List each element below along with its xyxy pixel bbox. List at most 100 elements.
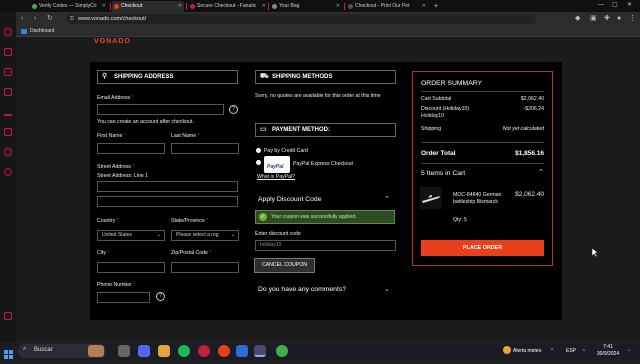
items-in-cart-toggle[interactable]: 5 Items in Cart xyxy=(421,170,465,177)
chevron-up-icon[interactable]: ⌃ xyxy=(538,168,544,176)
sidebar-app-icon[interactable] xyxy=(4,108,12,116)
minimize-icon[interactable]: — xyxy=(598,0,604,11)
weather-text[interactable]: Alerta meteo xyxy=(513,348,541,354)
tab-checkout[interactable]: Checkout ✕ xyxy=(112,1,184,12)
site-logo[interactable]: VONADO xyxy=(94,38,131,45)
profile-icon[interactable]: ● xyxy=(617,14,621,24)
phone-field[interactable] xyxy=(97,292,150,303)
state-select[interactable]: Please select a reg ⌄ xyxy=(171,230,239,241)
camera-icon[interactable]: ▣ xyxy=(590,14,597,24)
sidebar-settings-icon[interactable] xyxy=(4,312,12,320)
product-qty: Qty: 5 xyxy=(453,217,467,223)
first-name-field[interactable] xyxy=(97,143,165,154)
last-name-field[interactable] xyxy=(171,143,239,154)
task-view-icon[interactable] xyxy=(118,345,130,357)
forward-icon[interactable]: › xyxy=(34,14,36,24)
comments-heading[interactable]: Do you have any comments? xyxy=(258,286,346,293)
credit-card-radio[interactable] xyxy=(256,148,261,153)
street-address-label: Street Address * xyxy=(97,164,135,170)
sidebar-app-icon[interactable] xyxy=(4,28,12,36)
discount-heading[interactable]: Apply Discount Code xyxy=(258,196,321,203)
address-bar[interactable]: ⚿ www.vonado.com/checkout/ xyxy=(66,14,536,24)
divider xyxy=(421,163,544,164)
search-highlight-image xyxy=(88,345,104,357)
close-tab-icon[interactable]: ✕ xyxy=(102,1,106,12)
order-total-value: $1,856.16 xyxy=(515,150,544,157)
tab-verify-codes[interactable]: Verify Codes — SimplyCo ✕ xyxy=(30,1,108,12)
street-line1-field[interactable] xyxy=(97,181,238,192)
city-label: City * xyxy=(97,250,110,256)
back-icon[interactable]: ‹ xyxy=(21,14,23,24)
menu-icon[interactable]: ⋮ xyxy=(629,14,636,24)
sidebar-app-icon[interactable] xyxy=(4,68,12,76)
extension-icon[interactable]: ◆ xyxy=(575,14,580,24)
favicon-icon xyxy=(272,4,277,9)
paypal-label[interactable]: PayPal Express Checkout xyxy=(293,161,353,167)
new-tab-icon[interactable]: + xyxy=(434,1,438,12)
success-text: Your coupon was successfully applied. xyxy=(271,214,357,220)
street-line2-field[interactable] xyxy=(97,196,238,207)
chevron-down-icon[interactable]: ⌄ xyxy=(384,285,390,293)
cancel-coupon-button[interactable]: CANCEL COUPON xyxy=(254,258,315,273)
clock-date[interactable]: 30/9/2024 xyxy=(592,351,624,357)
tab-print-our-pet[interactable]: Checkout - Print Our Pet ✕ xyxy=(346,1,428,12)
city-field[interactable] xyxy=(97,262,165,273)
email-note: You can create an account after checkout… xyxy=(97,119,194,125)
reload-icon[interactable]: ↻ xyxy=(47,14,53,24)
network-icon[interactable]: ◔ xyxy=(582,348,585,354)
windows-start-icon[interactable] xyxy=(4,346,13,359)
language-indicator[interactable]: ESP xyxy=(566,348,576,354)
app-icon[interactable] xyxy=(276,345,288,357)
place-order-button[interactable]: PLACE ORDER xyxy=(421,240,544,256)
sidebar-app-icon[interactable] xyxy=(4,48,12,56)
chevron-up-icon[interactable]: ⌃ xyxy=(384,195,390,203)
tray-chevron-icon[interactable]: ⌃ xyxy=(550,348,554,354)
close-tab-icon[interactable]: ✕ xyxy=(336,1,340,12)
what-is-paypal-link[interactable]: What is PayPal? xyxy=(257,174,295,180)
notification-icon[interactable]: ▫ xyxy=(628,348,630,354)
subtotal-label: Cart Subtotal xyxy=(421,96,452,102)
street-line1-label: Street Address: Line 1 xyxy=(97,173,149,179)
country-select[interactable]: United States ⌄ xyxy=(97,230,165,241)
tab-separator xyxy=(186,3,187,10)
credit-card-label[interactable]: Pay by Credit Card xyxy=(264,148,308,154)
product-name[interactable]: MOC-84840 German battleship Bismarck xyxy=(453,192,505,205)
discord-icon[interactable] xyxy=(138,345,150,357)
state-value: Please select a reg xyxy=(176,232,219,238)
spotify-icon[interactable] xyxy=(178,345,190,357)
close-window-icon[interactable]: ✕ xyxy=(627,0,632,11)
paypal-radio[interactable] xyxy=(256,160,261,165)
tab-your-bag[interactable]: Your Bag ✕ xyxy=(270,1,342,12)
sidebar-app-icon[interactable] xyxy=(4,148,12,156)
maximize-icon[interactable]: ▢ xyxy=(612,0,618,11)
phone-help-icon[interactable]: ? xyxy=(156,292,165,301)
shipping-methods-heading: ⛟ SHIPPING METHODS xyxy=(255,70,396,84)
close-tab-icon[interactable]: ✕ xyxy=(262,1,266,12)
puzzle-icon[interactable]: ✚ xyxy=(604,14,610,24)
app-icon[interactable] xyxy=(218,345,230,357)
file-explorer-icon[interactable] xyxy=(158,345,170,357)
close-tab-icon[interactable]: ✕ xyxy=(178,1,182,12)
paypal-logo: PayPal xyxy=(264,156,290,173)
sidebar-app-icon[interactable] xyxy=(4,168,12,176)
chevron-down-icon: ⌄ xyxy=(230,232,235,238)
tab-separator xyxy=(110,3,111,10)
tab-fanatics[interactable]: Secure Checkout - Fanatic ✕ xyxy=(188,1,268,12)
taskbar-search[interactable]: ⌕ Buscar xyxy=(18,344,106,358)
url-text[interactable]: www.vonado.com/checkout/ xyxy=(78,14,146,24)
active-app-icon[interactable] xyxy=(254,345,266,357)
sidebar-app-icon[interactable] xyxy=(4,88,12,96)
product-price: $2,062.40 xyxy=(515,191,544,198)
opera-gx-icon[interactable] xyxy=(198,345,210,357)
email-help-icon[interactable]: ? xyxy=(229,105,238,114)
bookmark-dashboard[interactable]: Dashboard xyxy=(30,26,54,37)
zip-field[interactable] xyxy=(171,262,239,273)
email-field[interactable] xyxy=(97,104,224,115)
close-tab-icon[interactable]: ✕ xyxy=(422,1,426,12)
browser-sidebar xyxy=(0,12,16,342)
sidebar-app-icon[interactable] xyxy=(4,128,12,136)
product-thumbnail[interactable] xyxy=(420,187,442,209)
app-icon[interactable] xyxy=(236,345,248,357)
clock-time[interactable]: 7:41 xyxy=(598,344,618,350)
discount-code-field[interactable]: holiday10 xyxy=(255,240,396,251)
